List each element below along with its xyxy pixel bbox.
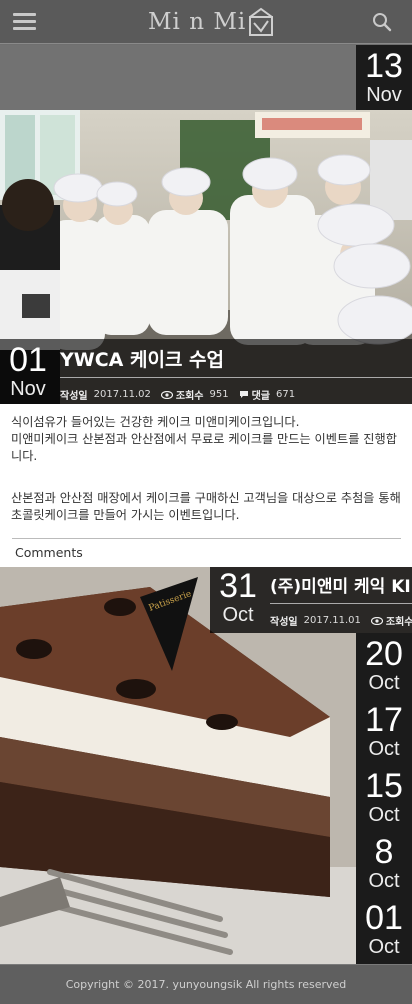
comment-icon: [239, 391, 248, 398]
date-list-item[interactable]: 8 Oct: [356, 831, 412, 897]
date-month: Oct: [368, 738, 400, 760]
post-day: 01: [9, 341, 47, 379]
post-content: 식이섬유가 들어있는 건강한 케이크 미앤미케이크입니다. 미앤미케이크 산본점…: [0, 404, 412, 567]
date-month: Oct: [368, 804, 400, 826]
post-title[interactable]: YWCA 케이크 수업: [60, 345, 224, 372]
date-list: 20 Oct 17 Oct 15 Oct 8 Oct 01 Oct: [356, 633, 412, 964]
footer: Copyright © 2017. yunyoungsik All rights…: [0, 964, 412, 1004]
date-day: 13: [365, 47, 403, 85]
date-list-item[interactable]: 15 Oct: [356, 765, 412, 831]
date-month: Oct: [368, 936, 400, 958]
post-meta: 작성일 2017.11.01 조회수: [270, 613, 412, 628]
content-divider: [12, 538, 401, 539]
post-views: 조회수: [370, 613, 412, 628]
date-day: 17: [365, 701, 403, 739]
site-logo[interactable]: Mi n Mi: [148, 6, 274, 38]
hamburger-icon[interactable]: [13, 12, 36, 32]
post-paragraph-1: 식이섬유가 들어있는 건강한 케이크 미앤미케이크입니다. 미앤미케이크 산본점…: [11, 415, 397, 463]
eye-icon: [370, 616, 383, 625]
post-date: 작성일 2017.11.01: [270, 615, 361, 628]
page: Mi n Mi 13 Nov 01 Nov YWCA 케이크 수업 작성일 20…: [0, 0, 412, 1004]
eye-icon: [160, 390, 173, 399]
date-list-item[interactable]: 01 Oct: [356, 897, 412, 964]
date-month: Nov: [366, 84, 402, 106]
date-day: 8: [374, 833, 394, 871]
post-date-badge: 31 Oct: [210, 567, 266, 633]
top-band: [0, 45, 412, 110]
copyright-text: Copyright © 2017. yunyoungsik All rights…: [65, 978, 347, 991]
date-month: Oct: [368, 870, 400, 892]
post-title[interactable]: (주)미앤미 케익 KI: [270, 572, 411, 597]
post-date: 작성일 2017.11.02: [60, 389, 151, 402]
logo-cake-icon: [249, 7, 274, 36]
post-meta: 작성일 2017.11.02 조회수 951 댓글 671: [60, 387, 295, 402]
post-month: Oct: [222, 604, 254, 626]
post-month: Nov: [10, 378, 46, 400]
date-day: 01: [365, 899, 403, 937]
date-day: 15: [365, 767, 403, 805]
post-day: 31: [219, 567, 257, 605]
post-views: 조회수 951: [160, 387, 229, 402]
search-icon[interactable]: [372, 12, 392, 32]
title-divider: [270, 603, 412, 604]
date-badge-top[interactable]: 13 Nov: [356, 45, 412, 110]
top-header: Mi n Mi: [0, 0, 412, 44]
date-list-item[interactable]: 17 Oct: [356, 699, 412, 765]
comments-link[interactable]: Comments: [15, 545, 83, 560]
date-list-item[interactable]: 20 Oct: [356, 633, 412, 699]
date-day: 20: [365, 635, 403, 673]
post-paragraph-2: 산본점과 안산점 매장에서 케이크를 구매하신 고객님을 대상으로 추첨을 통해…: [11, 491, 401, 522]
date-month: Oct: [368, 672, 400, 694]
post-date-badge: 01 Nov: [0, 339, 56, 404]
post-comments-count: 댓글 671: [239, 387, 295, 402]
title-divider: [60, 377, 412, 378]
logo-text: Mi n Mi: [148, 9, 247, 35]
